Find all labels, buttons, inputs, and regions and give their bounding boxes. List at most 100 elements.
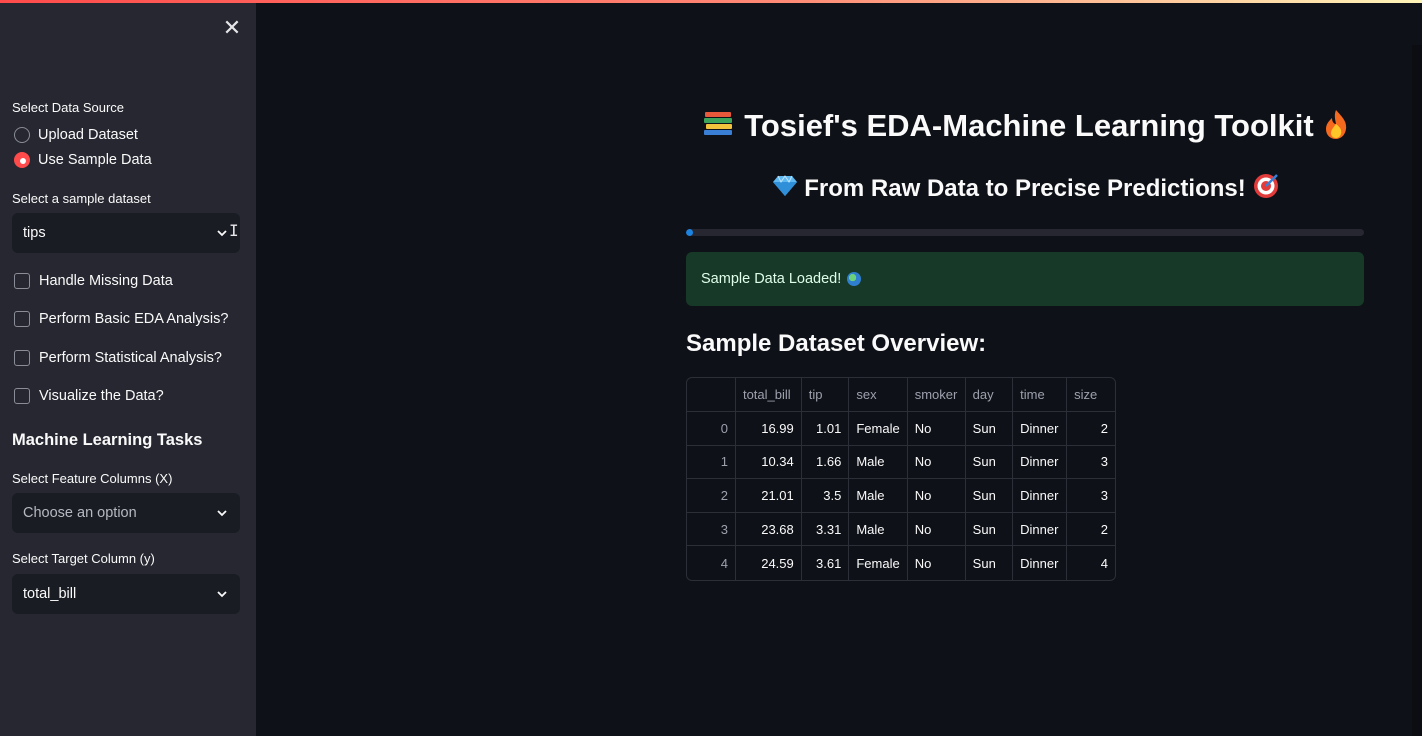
feature-columns-label: Select Feature Columns (X) [12, 471, 173, 486]
radio-upload-dataset[interactable]: Upload Dataset [14, 127, 138, 143]
table-cell[interactable]: Dinner [1012, 445, 1068, 480]
data-source-label: Select Data Source [12, 100, 125, 115]
table-row: 2 21.01 3.5 Male No Sun Dinner 3 [687, 478, 1115, 513]
checkbox-label: Perform Basic EDA Analysis? [39, 311, 229, 327]
table-cell[interactable]: 16.99 [735, 411, 802, 446]
table-cell[interactable]: Sun [965, 512, 1014, 547]
column-header-index[interactable] [687, 378, 736, 413]
select-placeholder: Choose an option [23, 505, 137, 521]
table-cell[interactable]: No [907, 512, 966, 547]
table-cell[interactable]: 21.01 [735, 478, 802, 513]
checkbox-basic-eda[interactable]: Perform Basic EDA Analysis? [14, 311, 228, 327]
row-index: 1 [687, 445, 736, 480]
ml-tasks-heading: Machine Learning Tasks [12, 431, 203, 449]
table-cell[interactable]: 3.61 [801, 545, 850, 580]
feature-columns-select[interactable]: Choose an option [12, 493, 240, 533]
dataframe-table[interactable]: total_bill tip sex smoker day time size … [686, 377, 1116, 581]
checkbox-icon [14, 273, 30, 289]
table-cell[interactable]: No [907, 411, 966, 446]
table-row: 3 23.68 3.31 Male No Sun Dinner 2 [687, 512, 1115, 547]
table-cell[interactable]: Female [848, 411, 908, 446]
radio-unselected-icon [14, 127, 30, 143]
table-cell[interactable]: 3 [1066, 478, 1115, 513]
table-cell[interactable]: 4 [1067, 546, 1115, 580]
fire-icon [1322, 108, 1350, 148]
radio-label: Use Sample Data [38, 152, 152, 168]
table-cell[interactable]: 10.34 [735, 445, 802, 480]
table-cell[interactable]: 3.5 [801, 478, 850, 513]
table-cell[interactable]: 23.68 [735, 512, 802, 547]
chevron-down-icon [217, 230, 227, 237]
table-cell[interactable]: Male [848, 445, 908, 480]
table-cell[interactable]: No [907, 478, 966, 513]
column-header[interactable]: sex [848, 378, 908, 413]
table-cell[interactable]: Female [848, 545, 908, 580]
checkbox-visualize-data[interactable]: Visualize the Data? [14, 388, 164, 404]
column-header[interactable]: day [965, 378, 1014, 413]
row-index: 2 [687, 478, 736, 513]
table-cell[interactable]: Dinner [1012, 512, 1068, 547]
books-icon [702, 109, 736, 147]
column-header[interactable]: time [1012, 378, 1068, 413]
checkbox-icon [14, 388, 30, 404]
table-cell[interactable]: Dinner [1012, 411, 1068, 446]
scrollbar-track[interactable] [1412, 45, 1422, 736]
gem-icon [772, 174, 798, 205]
checkbox-icon [14, 311, 30, 327]
target-column-label: Select Target Column (y) [12, 551, 155, 566]
table-cell[interactable]: No [907, 445, 966, 480]
success-alert: Sample Data Loaded! [686, 252, 1364, 306]
table-cell[interactable]: 1.66 [801, 445, 850, 480]
checkbox-icon [14, 350, 30, 366]
progress-bar [686, 229, 1364, 236]
table-cell[interactable]: 1.01 [801, 411, 850, 446]
table-cell[interactable]: 2 [1066, 411, 1115, 446]
page-subtitle: From Raw Data to Precise Predictions! [686, 172, 1366, 207]
table-cell[interactable]: 24.59 [735, 545, 802, 580]
table-cell[interactable]: No [907, 545, 966, 580]
close-icon[interactable]: ✕ [222, 17, 242, 41]
page-title: Tosief's EDA-Machine Learning Toolkit [686, 108, 1366, 148]
sample-dataset-select[interactable]: tips [12, 213, 240, 253]
target-icon [1252, 172, 1280, 207]
checkbox-statistical-analysis[interactable]: Perform Statistical Analysis? [14, 350, 222, 366]
table-cell[interactable]: Sun [965, 478, 1014, 513]
table-cell[interactable]: Male [848, 512, 908, 547]
target-column-select[interactable]: total_bill [12, 574, 240, 614]
table-cell[interactable]: Dinner [1012, 545, 1068, 580]
column-header[interactable]: tip [801, 378, 850, 413]
row-index: 3 [687, 512, 736, 547]
column-header[interactable]: size [1066, 378, 1115, 413]
radio-selected-icon [14, 152, 30, 168]
table-cell[interactable]: 3 [1066, 445, 1115, 480]
select-value: total_bill [23, 586, 77, 602]
chevron-down-icon [217, 510, 227, 517]
table-cell[interactable]: 2 [1066, 512, 1115, 547]
progress-bar-fill [686, 229, 693, 236]
checkbox-label: Handle Missing Data [39, 273, 173, 289]
table-cell[interactable]: Male [848, 478, 908, 513]
page-title-text: Tosief's EDA-Machine Learning Toolkit [744, 108, 1314, 144]
table-cell[interactable]: Sun [965, 411, 1014, 446]
checkbox-label: Visualize the Data? [39, 388, 164, 404]
table-row: 0 16.99 1.01 Female No Sun Dinner 2 [687, 411, 1115, 446]
checkbox-label: Perform Statistical Analysis? [39, 350, 222, 366]
table-cell[interactable]: Dinner [1012, 478, 1068, 513]
text-cursor-icon: I [229, 221, 239, 240]
select-value: tips [23, 225, 46, 241]
chevron-down-icon [217, 591, 227, 598]
table-cell[interactable]: Sun [965, 545, 1014, 580]
checkbox-handle-missing-data[interactable]: Handle Missing Data [14, 273, 173, 289]
table-row: 1 10.34 1.66 Male No Sun Dinner 3 [687, 445, 1115, 480]
sample-dataset-label: Select a sample dataset [12, 191, 151, 206]
column-header[interactable]: total_bill [735, 378, 802, 413]
page-subtitle-text: From Raw Data to Precise Predictions! [804, 174, 1246, 202]
column-header[interactable]: smoker [907, 378, 966, 413]
table-cell[interactable]: 3.31 [801, 512, 850, 547]
table-cell[interactable]: Sun [965, 445, 1014, 480]
table-row: 4 24.59 3.61 Female No Sun Dinner 4 [687, 545, 1115, 580]
alert-text: Sample Data Loaded! [701, 271, 842, 287]
row-index: 4 [687, 545, 736, 580]
radio-use-sample-data[interactable]: Use Sample Data [14, 152, 152, 168]
sidebar: ✕ Select Data Source Upload Dataset Use … [0, 3, 256, 736]
